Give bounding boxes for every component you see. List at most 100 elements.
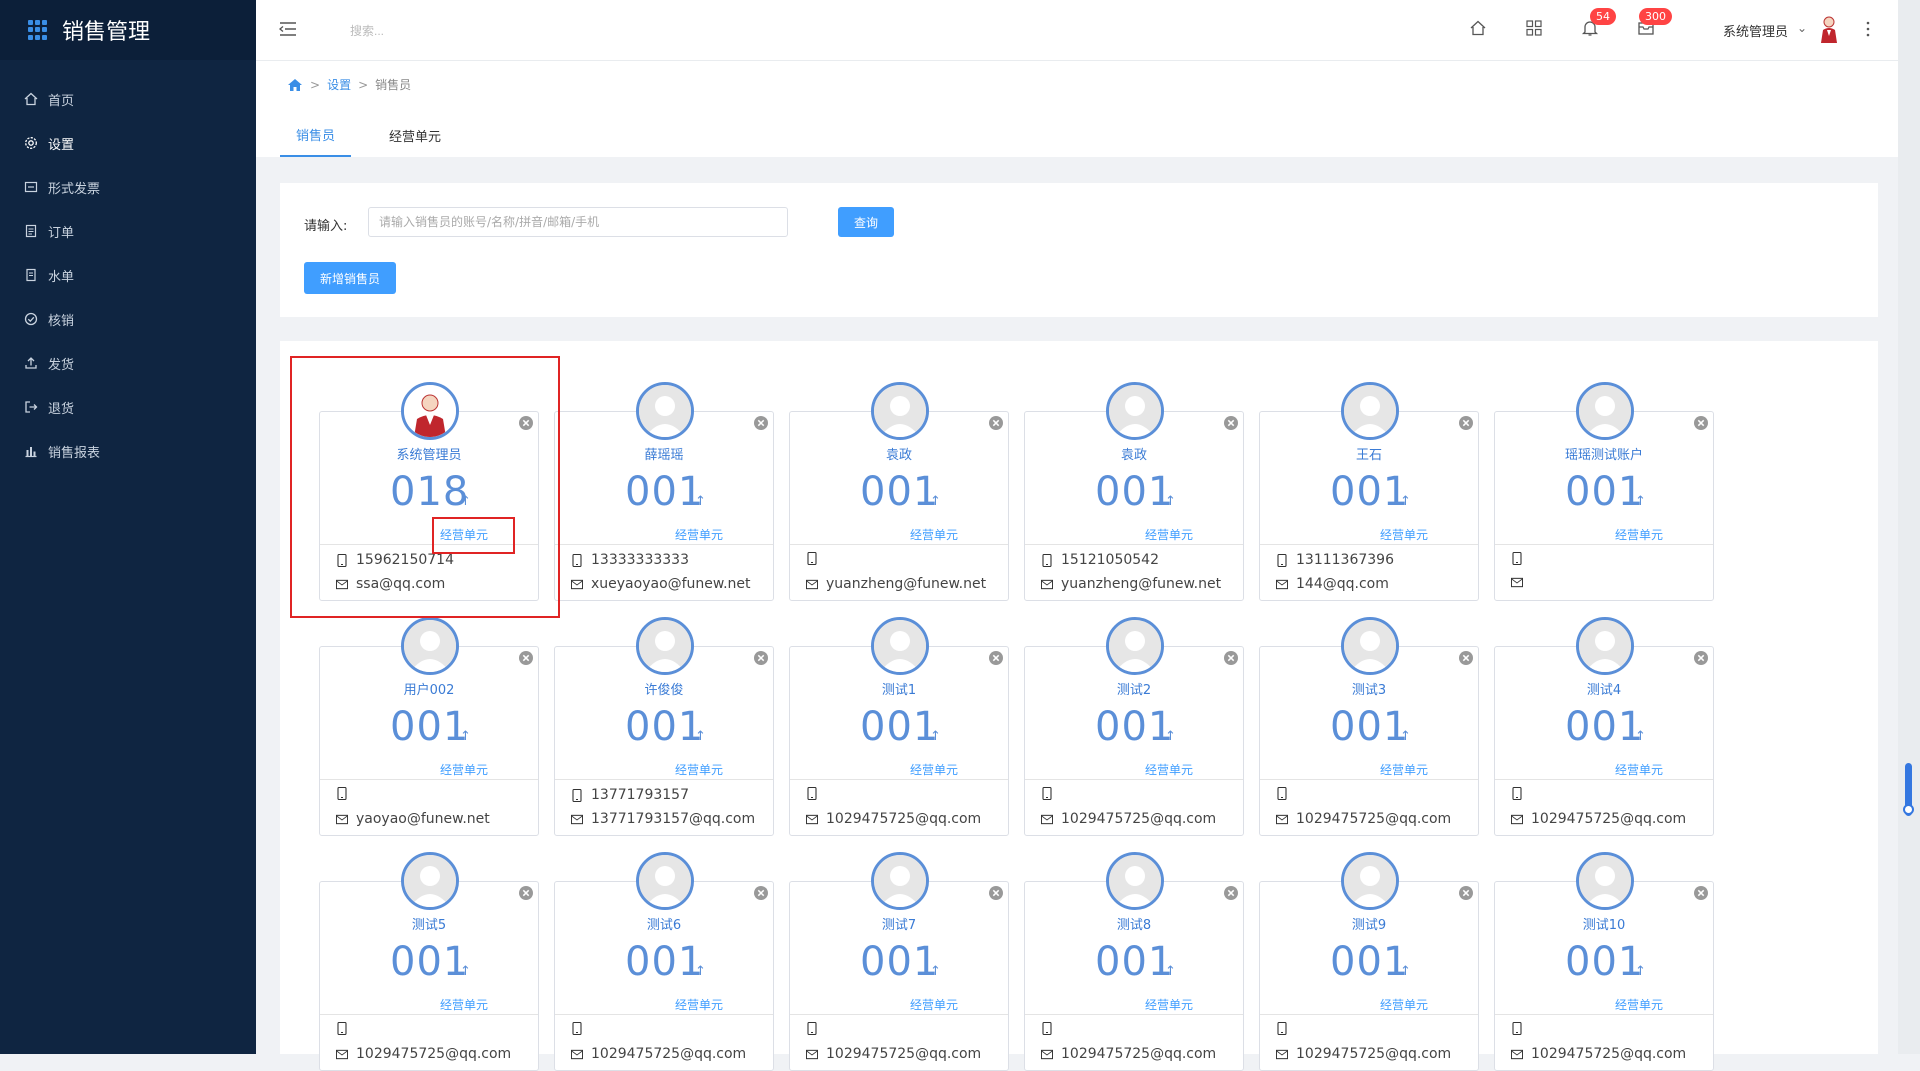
salesperson-card[interactable]: 测试7 001 ↑ 经营单元 1029475725@qq.com bbox=[789, 852, 1009, 1071]
salesperson-card[interactable]: 测试9 001 ↑ 经营单元 1029475725@qq.com bbox=[1259, 852, 1479, 1071]
remove-card-icon[interactable] bbox=[988, 415, 1004, 431]
remove-card-icon[interactable] bbox=[753, 415, 769, 431]
salesperson-card[interactable]: 测试5 001 ↑ 经营单元 1029475725@qq.com bbox=[319, 852, 539, 1071]
remove-card-icon[interactable] bbox=[1458, 650, 1474, 666]
sidebar-item-orders[interactable]: 订单 bbox=[0, 209, 256, 253]
business-unit-link[interactable]: 经营单元 bbox=[440, 996, 488, 1013]
user-name[interactable]: 系统管理员 bbox=[1723, 21, 1788, 40]
remove-card-icon[interactable] bbox=[988, 650, 1004, 666]
avatar[interactable] bbox=[1576, 852, 1634, 910]
remove-card-icon[interactable] bbox=[1693, 650, 1709, 666]
salesperson-name[interactable]: 袁政 bbox=[790, 444, 1008, 463]
remove-card-icon[interactable] bbox=[1223, 885, 1239, 901]
sidebar-item-home[interactable]: 首页 bbox=[0, 77, 256, 121]
remove-card-icon[interactable] bbox=[518, 885, 534, 901]
salesperson-card[interactable]: 测试10 001 ↑ 经营单元 1029475725@qq.com bbox=[1494, 852, 1714, 1071]
avatar[interactable] bbox=[1576, 617, 1634, 675]
avatar[interactable] bbox=[871, 852, 929, 910]
salesperson-name[interactable]: 测试9 bbox=[1260, 914, 1478, 933]
salesperson-card[interactable]: 许俊俊 001 ↑ 经营单元 13771793157 13771793157@qq.com bbox=[554, 617, 774, 836]
business-unit-link[interactable]: 经营单元 bbox=[1615, 996, 1663, 1013]
business-unit-link[interactable]: 经营单元 bbox=[1380, 996, 1428, 1013]
salesperson-card[interactable]: 袁政 001 ↑ 经营单元 yuanzheng@funew.net bbox=[789, 382, 1009, 601]
salesperson-name[interactable]: 测试2 bbox=[1025, 679, 1243, 698]
apps-icon[interactable] bbox=[1525, 19, 1543, 37]
salesperson-card[interactable]: 袁政 001 ↑ 经营单元 15121050542 yuanzheng@funew.net bbox=[1024, 382, 1244, 601]
tab-salespeople[interactable]: 销售员 bbox=[280, 113, 352, 157]
avatar[interactable] bbox=[871, 382, 929, 440]
remove-card-icon[interactable] bbox=[1223, 650, 1239, 666]
search-input[interactable] bbox=[348, 18, 612, 44]
avatar[interactable] bbox=[1106, 852, 1164, 910]
salesperson-card[interactable]: 测试2 001 ↑ 经营单元 1029475725@qq.com bbox=[1024, 617, 1244, 836]
business-unit-link[interactable]: 经营单元 bbox=[1380, 526, 1428, 543]
salesperson-card[interactable]: 瑶瑶测试账户 001 ↑ 经营单元 bbox=[1494, 382, 1714, 601]
avatar[interactable] bbox=[636, 382, 694, 440]
salesperson-name[interactable]: 薛瑶瑶 bbox=[555, 444, 773, 463]
business-unit-link[interactable]: 经营单元 bbox=[910, 526, 958, 543]
business-unit-link[interactable]: 经营单元 bbox=[1615, 761, 1663, 778]
salesperson-card[interactable]: 测试6 001 ↑ 经营单元 1029475725@qq.com bbox=[554, 852, 774, 1071]
home-icon[interactable] bbox=[1469, 19, 1487, 37]
tab-business-units[interactable]: 经营单元 bbox=[373, 113, 457, 157]
avatar[interactable] bbox=[401, 852, 459, 910]
remove-card-icon[interactable] bbox=[1223, 415, 1239, 431]
chevron-down-icon[interactable]: ⌄ bbox=[1797, 21, 1807, 35]
remove-card-icon[interactable] bbox=[1693, 415, 1709, 431]
sidebar-item-returns[interactable]: 退货 bbox=[0, 385, 256, 429]
business-unit-link[interactable]: 经营单元 bbox=[1145, 996, 1193, 1013]
salesperson-name[interactable]: 测试3 bbox=[1260, 679, 1478, 698]
salesperson-name[interactable]: 测试4 bbox=[1495, 679, 1713, 698]
salesperson-card[interactable]: 用户002 001 ↑ 经营单元 yaoyao@funew.net bbox=[319, 617, 539, 836]
remove-card-icon[interactable] bbox=[1458, 885, 1474, 901]
salesperson-name[interactable]: 王石 bbox=[1260, 444, 1478, 463]
salesperson-name[interactable]: 用户002 bbox=[320, 679, 538, 698]
sidebar-item-receipts[interactable]: 水单 bbox=[0, 253, 256, 297]
remove-card-icon[interactable] bbox=[753, 650, 769, 666]
sidebar-item-writeoff[interactable]: 核销 bbox=[0, 297, 256, 341]
remove-card-icon[interactable] bbox=[1458, 415, 1474, 431]
user-avatar[interactable] bbox=[1818, 14, 1840, 44]
salesperson-card[interactable]: 测试4 001 ↑ 经营单元 1029475725@qq.com bbox=[1494, 617, 1714, 836]
salesperson-name[interactable]: 测试7 bbox=[790, 914, 1008, 933]
query-button[interactable]: 查询 bbox=[838, 207, 894, 237]
salesperson-name[interactable]: 测试10 bbox=[1495, 914, 1713, 933]
avatar[interactable] bbox=[1106, 382, 1164, 440]
sidebar-item-sales-report[interactable]: 销售报表 bbox=[0, 429, 256, 473]
salesperson-name[interactable]: 测试8 bbox=[1025, 914, 1243, 933]
salesperson-name[interactable]: 袁政 bbox=[1025, 444, 1243, 463]
business-unit-link[interactable]: 经营单元 bbox=[675, 526, 723, 543]
salesperson-card[interactable]: 测试3 001 ↑ 经营单元 1029475725@qq.com bbox=[1259, 617, 1479, 836]
add-salesperson-button[interactable]: 新增销售员 bbox=[304, 262, 396, 294]
business-unit-link[interactable]: 经营单元 bbox=[1380, 761, 1428, 778]
remove-card-icon[interactable] bbox=[753, 885, 769, 901]
salesperson-search-input[interactable] bbox=[368, 207, 788, 237]
home-icon[interactable] bbox=[287, 78, 303, 92]
more-options-icon[interactable] bbox=[1865, 18, 1871, 40]
remove-card-icon[interactable] bbox=[518, 650, 534, 666]
sidebar-item-shipping[interactable]: 发货 bbox=[0, 341, 256, 385]
business-unit-link[interactable]: 经营单元 bbox=[675, 761, 723, 778]
business-unit-link[interactable]: 经营单元 bbox=[440, 761, 488, 778]
business-unit-link[interactable]: 经营单元 bbox=[910, 996, 958, 1013]
sidebar-item-settings[interactable]: 设置 bbox=[0, 121, 256, 165]
remove-card-icon[interactable] bbox=[1693, 885, 1709, 901]
salesperson-card[interactable]: 王石 001 ↑ 经营单元 13111367396 144@qq.com bbox=[1259, 382, 1479, 601]
avatar[interactable] bbox=[1341, 617, 1399, 675]
salesperson-name[interactable]: 瑶瑶测试账户 bbox=[1495, 444, 1713, 463]
menu-toggle-icon[interactable] bbox=[278, 20, 298, 38]
sidebar-item-invoice[interactable]: 形式发票 bbox=[0, 165, 256, 209]
salesperson-card[interactable]: 薛瑶瑶 001 ↑ 经营单元 13333333333 xueyaoyao@funew.ne… bbox=[554, 382, 774, 601]
business-unit-link[interactable]: 经营单元 bbox=[1145, 526, 1193, 543]
avatar[interactable] bbox=[1576, 382, 1634, 440]
breadcrumb-settings[interactable]: 设置 bbox=[327, 76, 351, 93]
salesperson-name[interactable]: 测试6 bbox=[555, 914, 773, 933]
salesperson-name[interactable]: 测试1 bbox=[790, 679, 1008, 698]
avatar[interactable] bbox=[1341, 382, 1399, 440]
business-unit-link[interactable]: 经营单元 bbox=[910, 761, 958, 778]
avatar[interactable] bbox=[1106, 617, 1164, 675]
avatar[interactable] bbox=[636, 617, 694, 675]
avatar[interactable] bbox=[871, 617, 929, 675]
salesperson-name[interactable]: 许俊俊 bbox=[555, 679, 773, 698]
salesperson-name[interactable]: 测试5 bbox=[320, 914, 538, 933]
